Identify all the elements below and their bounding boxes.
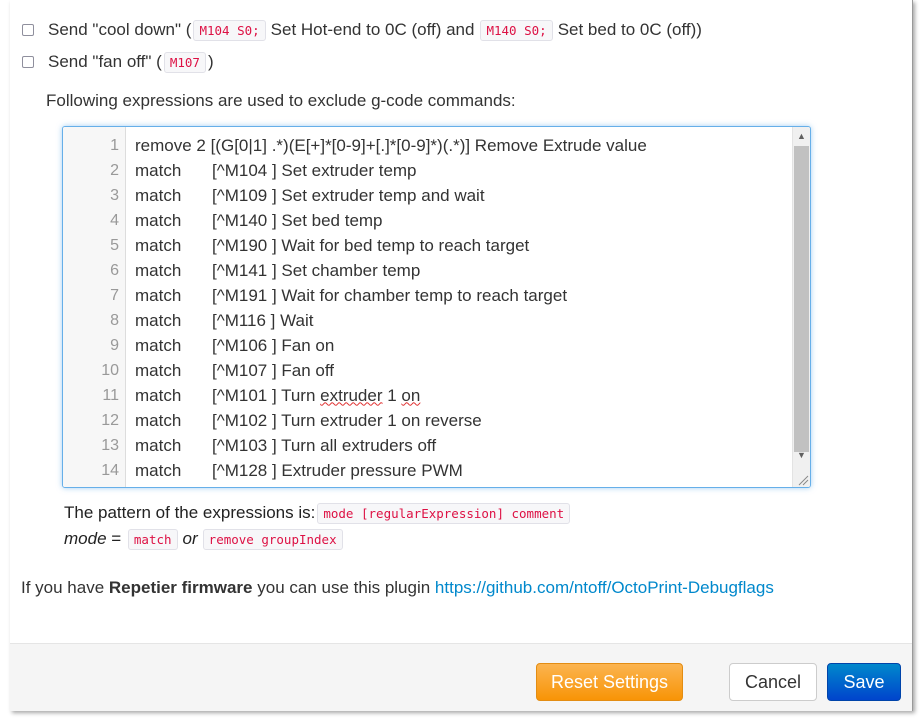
save-button[interactable]: Save xyxy=(827,663,901,701)
line-expression: [^M109 ] Set extruder temp and wait xyxy=(212,185,485,205)
cool-down-label-prefix: Send "cool down" ( xyxy=(48,20,192,39)
line-mode: match xyxy=(135,285,182,305)
line-mode: match xyxy=(135,185,182,205)
cool-down-label-suffix: Set bed to 0C (off)) xyxy=(557,20,702,39)
line-expression: [^M190 ] Wait for bed temp to reach targ… xyxy=(212,235,530,255)
resize-handle-icon[interactable] xyxy=(797,474,809,486)
fan-off-label-prefix: Send "fan off" ( xyxy=(48,52,162,71)
line-mode: match xyxy=(135,460,182,480)
cool-down-label-mid: Set Hot-end to 0C (off) and xyxy=(270,20,475,39)
pattern-help-line: The pattern of the expressions is: mode … xyxy=(64,500,572,526)
repetier-bold: Repetier firmware xyxy=(108,578,253,597)
cancel-button[interactable]: Cancel xyxy=(729,663,817,701)
scrollbar-thumb[interactable] xyxy=(794,146,809,452)
line-mode: match xyxy=(135,160,182,180)
match-code: match xyxy=(127,528,178,550)
line-number: 1 xyxy=(110,136,119,154)
cool-down-code-bed: M140 S0; xyxy=(480,19,553,41)
line-number: 2 xyxy=(110,161,119,179)
line-expression: [^M104 ] Set extruder temp xyxy=(212,160,417,180)
line-expression: [^M140 ] Set bed temp xyxy=(212,210,383,230)
line-mode: match xyxy=(135,310,182,330)
repetier-note: If you have Repetier firmware you can us… xyxy=(21,578,774,598)
line-number: 8 xyxy=(110,311,119,329)
line-mode: match xyxy=(135,410,182,430)
debugflags-plugin-link[interactable]: https://github.com/ntoff/OctoPrint-Debug… xyxy=(435,578,774,597)
mode-help-line: mode = match or remove groupIndex xyxy=(64,526,345,552)
editor-line: 13 match [^M103 ] Turn all extruders off xyxy=(63,433,436,458)
expressions-textarea[interactable]: 1 remove 2 [(G[0|1] .*)(E[+]*[0-9]+[.]*[… xyxy=(62,126,811,488)
fan-off-checkbox[interactable] xyxy=(22,56,34,68)
editor-line: 6 match [^M141 ] Set chamber temp xyxy=(63,258,420,283)
line-number: 13 xyxy=(101,436,119,454)
pattern-label: The pattern of the expressions is: xyxy=(64,503,316,522)
editor-line: 14 match [^M128 ] Extruder pressure PWM xyxy=(63,458,463,483)
fan-off-option: Send "fan off" ( M107 ) xyxy=(22,50,214,74)
editor-line: 12 match [^M102 ] Turn extruder 1 on rev… xyxy=(63,408,482,433)
remove-code: remove groupIndex xyxy=(202,528,343,550)
editor-line: 10 match [^M107 ] Fan off xyxy=(63,358,334,383)
line-expression: [^M191 ] Wait for chamber temp to reach … xyxy=(212,285,568,305)
line-number: 12 xyxy=(101,411,119,429)
line-mode: match xyxy=(135,385,182,405)
line-mode: match xyxy=(135,360,182,380)
cool-down-option: Send "cool down" ( M104 S0; Set Hot-end … xyxy=(22,18,702,42)
line-number: 5 xyxy=(110,236,119,254)
expressions-intro: Following expressions are used to exclud… xyxy=(46,91,516,110)
editor-line: 9 match [^M106 ] Fan on xyxy=(63,333,334,358)
line-number: 14 xyxy=(101,461,119,479)
editor-line: 1 remove 2 [(G[0|1] .*)(E[+]*[0-9]+[.]*[… xyxy=(63,133,647,158)
line-number: 4 xyxy=(110,211,119,229)
repetier-middle: you can use this plugin xyxy=(252,578,435,597)
line-expression: [^M141 ] Set chamber temp xyxy=(212,260,421,280)
fan-off-label-suffix: ) xyxy=(207,52,214,71)
dialog-body: Send "cool down" ( M104 S0; Set Hot-end … xyxy=(10,0,912,643)
pattern-code: mode [regularExpression] comment xyxy=(317,502,571,524)
cool-down-code-hotend: M104 S0; xyxy=(193,19,266,41)
scroll-down-arrow-icon[interactable]: ▼ xyxy=(793,446,810,463)
line-number: 11 xyxy=(102,386,119,404)
or-word: or xyxy=(182,529,198,548)
dialog-footer: Reset Settings Cancel Save xyxy=(10,643,912,711)
line-mode: match xyxy=(135,235,182,255)
line-mode: match xyxy=(135,210,182,230)
line-mode: match xyxy=(135,260,182,280)
repetier-prefix: If you have xyxy=(21,578,109,597)
line-number: 6 xyxy=(110,261,119,279)
line-expression: [^M102 ] Turn extruder 1 on reverse xyxy=(212,410,482,430)
line-number: 3 xyxy=(110,186,119,204)
line-mode: match xyxy=(135,435,182,455)
line-expression: [^M101 ] Turn extruder 1 on xyxy=(212,385,421,405)
line-expression: [^M107 ] Fan off xyxy=(212,360,335,380)
line-number: 7 xyxy=(110,286,119,304)
editor-line: 11 match [^M101 ] Turn extruder 1 on xyxy=(63,383,420,408)
scroll-up-arrow-icon[interactable]: ▲ xyxy=(793,127,810,144)
editor-line: 7 match [^M191 ] Wait for chamber temp t… xyxy=(63,283,567,308)
editor-line: 4 match [^M140 ] Set bed temp xyxy=(63,208,382,233)
mode-label: mode xyxy=(64,529,107,548)
line-expression: [^M116 ] Wait xyxy=(212,310,314,330)
line-text: remove 2 [(G[0|1] .*)(E[+]*[0-9]+[.]*[0-… xyxy=(135,135,647,155)
editor-scrollbar[interactable]: ▲ ▼ xyxy=(792,127,810,487)
line-number: 9 xyxy=(110,336,119,354)
line-mode: match xyxy=(135,335,182,355)
editor-line: 5 match [^M190 ] Wait for bed temp to re… xyxy=(63,233,529,258)
editor-line: 2 match [^M104 ] Set extruder temp xyxy=(63,158,416,183)
line-expression: [^M103 ] Turn all extruders off xyxy=(212,435,437,455)
line-expression: [^M106 ] Fan on xyxy=(212,335,335,355)
line-expression: [^M128 ] Extruder pressure PWM xyxy=(212,460,463,480)
cool-down-checkbox[interactable] xyxy=(22,24,34,36)
fan-off-code: M107 xyxy=(163,51,206,73)
settings-dialog: Send "cool down" ( M104 S0; Set Hot-end … xyxy=(10,0,913,711)
editor-line: 3 match [^M109 ] Set extruder temp and w… xyxy=(63,183,484,208)
mode-equals: = xyxy=(106,529,126,548)
editor-line: 8 match [^M116 ] Wait xyxy=(63,308,313,333)
line-number: 10 xyxy=(101,361,119,379)
reset-settings-button[interactable]: Reset Settings xyxy=(536,663,683,701)
